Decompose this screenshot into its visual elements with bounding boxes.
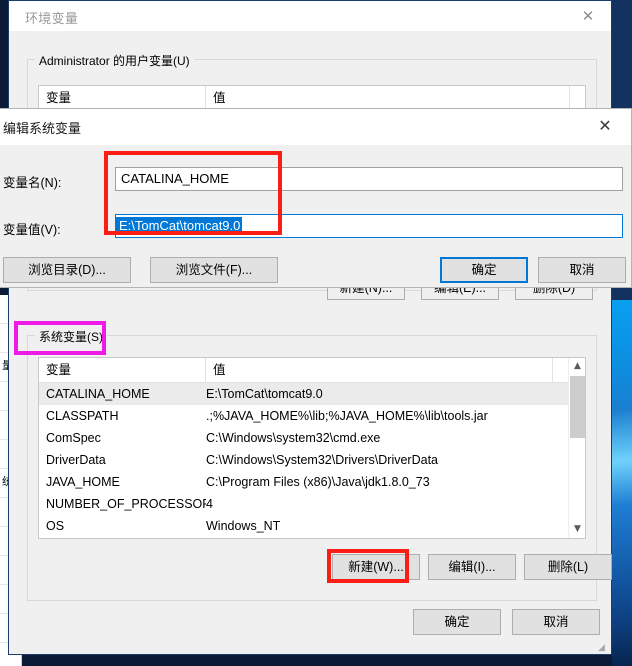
- edit-ok-button[interactable]: 确定: [440, 257, 528, 283]
- system-new-button[interactable]: 新建(W)...: [332, 554, 420, 580]
- system-col-variable[interactable]: 变量: [39, 358, 206, 382]
- scrollbar-thumb[interactable]: [570, 376, 585, 438]
- row-variable-value: 4: [206, 497, 213, 511]
- table-row[interactable]: ComSpec C:\Windows\system32\cmd.exe: [39, 427, 585, 449]
- env-ok-button[interactable]: 确定: [413, 609, 501, 635]
- table-row[interactable]: JAVA_HOME C:\Program Files (x86)\Java\jd…: [39, 471, 585, 493]
- edit-system-variable-dialog: 编辑系统变量 ✕ 变量名(N): CATALINA_HOME 变量值(V): E…: [0, 108, 632, 288]
- user-col-value[interactable]: 值: [206, 86, 570, 110]
- screen: 量 统 环境变量 ✕ Administrator 的用户变量(U) 变量 值 新…: [0, 0, 632, 666]
- chevron-down-icon[interactable]: ▼: [569, 521, 585, 538]
- variable-value-input[interactable]: E:\TomCat\tomcat9.0: [115, 214, 623, 238]
- table-row[interactable]: DriverData C:\Windows\System32\Drivers\D…: [39, 449, 585, 471]
- table-row[interactable]: NUMBER_OF_PROCESSORS 4: [39, 493, 585, 515]
- edit-dialog-title: 编辑系统变量: [3, 121, 82, 136]
- resize-grip-icon[interactable]: ◢: [598, 642, 608, 652]
- env-window-titlebar[interactable]: 环境变量: [9, 1, 611, 31]
- row-variable-value: C:\Windows\system32\cmd.exe: [206, 431, 381, 445]
- row-variable-name: CATALINA_HOME: [46, 387, 150, 401]
- user-col-variable[interactable]: 变量: [39, 86, 206, 110]
- row-variable-name: JAVA_HOME: [46, 475, 120, 489]
- system-variables-legend: 系统变量(S): [35, 328, 107, 345]
- table-row[interactable]: CATALINA_HOME E:\TomCat\tomcat9.0: [39, 383, 585, 405]
- close-icon[interactable]: ✕: [565, 1, 611, 31]
- row-variable-value: Windows_NT: [206, 519, 281, 533]
- env-cancel-button[interactable]: 取消: [512, 609, 600, 635]
- variable-name-input[interactable]: CATALINA_HOME: [115, 167, 623, 191]
- browse-file-button[interactable]: 浏览文件(F)...: [150, 257, 278, 283]
- browse-directory-button[interactable]: 浏览目录(D)...: [3, 257, 131, 283]
- desktop-wallpaper-strip: [612, 300, 632, 666]
- row-variable-name: ComSpec: [46, 431, 101, 445]
- system-table-scrollbar[interactable]: ▲ ▼: [568, 358, 585, 538]
- table-row[interactable]: OS Windows_NT: [39, 515, 585, 537]
- row-variable-value: C:\Windows\System32\Drivers\DriverData: [206, 453, 438, 467]
- system-variables-table[interactable]: 变量 值 CATALINA_HOME E:\TomCat\tomcat9.0 C…: [38, 357, 586, 539]
- system-edit-button[interactable]: 编辑(I)...: [428, 554, 516, 580]
- system-col-value[interactable]: 值: [206, 358, 553, 382]
- row-variable-name: NUMBER_OF_PROCESSORS: [46, 497, 206, 511]
- row-variable-value: C:\Program Files (x86)\Java\jdk1.8.0_73: [206, 475, 430, 489]
- row-variable-name: OS: [46, 519, 65, 533]
- env-window-title: 环境变量: [25, 11, 79, 26]
- row-variable-value: E:\TomCat\tomcat9.0: [206, 387, 323, 401]
- variable-name-label: 变量名(N):: [3, 176, 62, 190]
- row-variable-value: .;%JAVA_HOME%\lib;%JAVA_HOME%\lib\tools.…: [206, 409, 488, 423]
- system-table-header: 变量 值: [39, 358, 585, 383]
- user-variables-legend: Administrator 的用户变量(U): [35, 52, 194, 69]
- environment-variables-window: 环境变量 ✕ Administrator 的用户变量(U) 变量 值 新建(N)…: [8, 0, 612, 655]
- edit-cancel-button[interactable]: 取消: [538, 257, 626, 283]
- variable-value-selected-text: E:\TomCat\tomcat9.0: [116, 217, 243, 235]
- system-delete-button[interactable]: 删除(L): [524, 554, 612, 580]
- row-variable-name: CLASSPATH: [46, 409, 119, 423]
- edit-dialog-titlebar[interactable]: 编辑系统变量: [0, 109, 631, 145]
- close-icon[interactable]: ✕: [583, 109, 627, 143]
- table-row[interactable]: CLASSPATH .;%JAVA_HOME%\lib;%JAVA_HOME%\…: [39, 405, 585, 427]
- variable-value-label: 变量值(V):: [3, 223, 61, 237]
- row-variable-name: DriverData: [46, 453, 106, 467]
- chevron-up-icon[interactable]: ▲: [569, 358, 585, 375]
